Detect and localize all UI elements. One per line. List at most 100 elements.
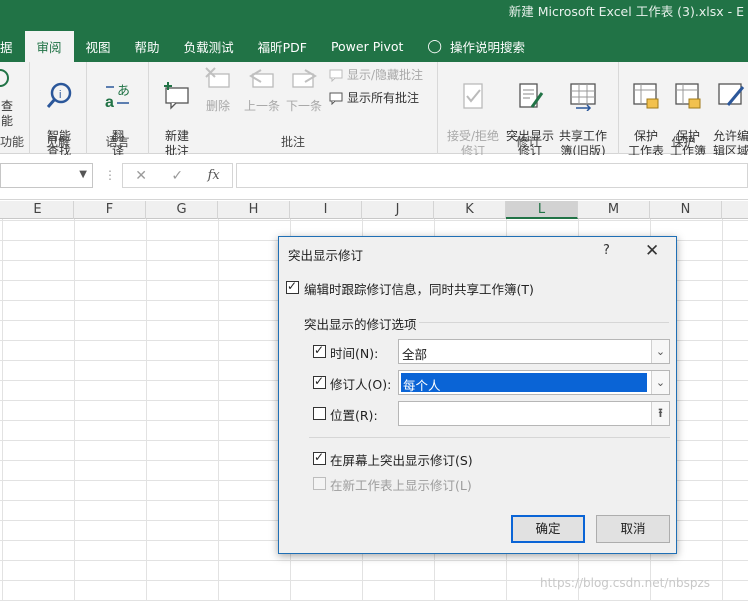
ribbon-tabs: 据 审阅 视图 帮助 负载测试 福昕PDF Power Pivot ◯ 操作说明… xyxy=(0,31,537,62)
who-select[interactable]: 每个人 ⌄ xyxy=(398,370,670,395)
list-on-new-sheet-label: 在新工作表上显示修订(L) xyxy=(330,478,472,493)
delete-comment-icon xyxy=(205,67,230,88)
column-header-i[interactable]: I xyxy=(290,201,362,219)
cancel-button[interactable]: 取消 xyxy=(596,515,670,543)
previous-comment-button[interactable]: 上一条 xyxy=(241,66,283,114)
group-protect: 保护 工作表 保护 工作簿 允许编 辑区域 保护 xyxy=(619,62,748,158)
show-all-comments-icon xyxy=(329,92,343,105)
group-insights: i 智能 查找 见解 xyxy=(30,62,87,158)
cancel-entry-button[interactable]: ✕ xyxy=(135,168,147,184)
group-language: a あ 翻 译 语言 xyxy=(87,62,149,158)
previous-comment-label: 上一条 xyxy=(243,99,280,113)
confirm-entry-button[interactable]: ✓ xyxy=(171,168,183,184)
formula-bar-grip: ⋮ xyxy=(104,168,116,182)
chevron-down-icon[interactable]: ⌄ xyxy=(651,340,669,363)
show-all-comments-button[interactable]: 显示所有批注 xyxy=(329,89,419,106)
insert-function-button[interactable]: fx xyxy=(208,168,220,183)
ribbon: 查 能 功能 i 智能 查找 见解 a あ 翻 译 语言 新建 批注 删除 上一… xyxy=(0,62,748,158)
track-changes-label: 编辑时跟踪修订信息，同时共享工作簿(T) xyxy=(304,282,534,297)
tab-load-test[interactable]: 负载测试 xyxy=(172,31,246,62)
translate-icon: a あ xyxy=(105,84,130,111)
accept-reject-icon xyxy=(463,83,483,109)
allow-edit-ranges-icon xyxy=(718,83,745,106)
highlight-on-screen-checkbox[interactable] xyxy=(313,450,326,465)
group-label-protect: 保护 xyxy=(671,135,696,149)
formula-input[interactable] xyxy=(236,163,748,188)
lightbulb-icon: ◯ xyxy=(427,39,442,54)
column-header-f[interactable]: F xyxy=(74,201,146,219)
who-checkbox[interactable] xyxy=(313,374,326,389)
group-label-accessibility: 功能 xyxy=(0,135,25,149)
group-changes: 接受/拒绝 修订 突出显示 修订 共享工作 簿(旧版) 修订 xyxy=(438,62,619,158)
highlight-changes-dialog: 突出显示修订 ? ✕ 编辑时跟踪修订信息，同时共享工作簿(T) 突出显示的修订选… xyxy=(278,236,677,554)
collapse-range-icon[interactable]: ⭱ xyxy=(651,402,669,425)
highlight-on-screen-label: 在屏幕上突出显示修订(S) xyxy=(330,453,473,468)
dialog-title: 突出显示修订 xyxy=(288,248,364,263)
when-checkbox[interactable] xyxy=(313,343,326,358)
column-header-e[interactable]: E xyxy=(2,201,74,219)
tab-view[interactable]: 视图 xyxy=(74,31,123,62)
next-comment-button[interactable]: 下一条 xyxy=(283,66,325,114)
watermark: https://blog.csdn.net/nbspzs xyxy=(540,576,711,590)
group-accessibility: 查 能 功能 xyxy=(0,62,30,154)
when-value: 全部 xyxy=(402,347,428,362)
show-all-comments-label: 显示所有批注 xyxy=(347,91,420,105)
track-changes-checkbox[interactable] xyxy=(286,279,299,294)
close-button[interactable]: ✕ xyxy=(645,241,659,261)
chevron-down-icon[interactable]: ⌄ xyxy=(651,371,669,394)
protect-workbook-icon xyxy=(675,83,701,109)
where-input[interactable]: ⭱ xyxy=(398,401,670,426)
formula-bar: ▼ ⋮ ✕ ✓ fx xyxy=(0,155,748,200)
protect-sheet-icon xyxy=(633,83,659,109)
when-select[interactable]: 全部 ⌄ xyxy=(398,339,670,364)
group-label-insights: 见解 xyxy=(45,135,70,149)
column-headers: E F G H I J K L M N xyxy=(0,201,748,219)
help-button[interactable]: ? xyxy=(603,243,610,258)
accessibility-button[interactable]: 查 能 xyxy=(0,66,22,129)
options-divider xyxy=(309,437,670,438)
accessibility-icon xyxy=(0,69,9,87)
tab-help[interactable]: 帮助 xyxy=(123,31,172,62)
list-on-new-sheet-checkbox[interactable] xyxy=(313,477,326,490)
show-hide-comment-button[interactable]: 显示/隐藏批注 xyxy=(329,66,423,83)
column-header-k[interactable]: K xyxy=(434,201,506,219)
window-title: 新建 Microsoft Excel 工作表 (3).xlsx - E xyxy=(508,4,744,19)
accessibility-line2: 能 xyxy=(0,114,13,128)
delete-comment-button[interactable]: 删除 xyxy=(201,66,235,114)
column-header-l[interactable]: L xyxy=(506,201,578,219)
highlight-changes-icon xyxy=(519,83,544,108)
tell-me-label: 操作说明搜索 xyxy=(449,40,525,55)
name-box[interactable]: ▼ xyxy=(0,163,93,188)
tab-foxit-pdf[interactable]: 福昕PDF xyxy=(246,31,319,62)
column-header-h[interactable]: H xyxy=(218,201,290,219)
where-checkbox[interactable] xyxy=(313,407,326,420)
svg-text:a: a xyxy=(105,94,114,111)
column-header-m[interactable]: M xyxy=(578,201,650,219)
new-comment-icon xyxy=(164,82,189,110)
svg-text:あ: あ xyxy=(117,84,130,99)
tab-review[interactable]: 审阅 xyxy=(24,31,74,62)
column-header-n[interactable]: N xyxy=(650,201,722,219)
ok-button[interactable]: 确定 xyxy=(511,515,585,543)
previous-comment-icon xyxy=(249,69,274,88)
svg-text:i: i xyxy=(59,89,61,101)
group-label-language: 语言 xyxy=(105,135,130,149)
section-divider xyxy=(419,322,669,323)
tell-me-search[interactable]: ◯ 操作说明搜索 xyxy=(415,31,537,62)
section-title: 突出显示的修订选项 xyxy=(304,317,417,332)
next-comment-icon xyxy=(292,69,317,88)
chevron-down-icon: ▼ xyxy=(79,169,87,180)
next-comment-label: 下一条 xyxy=(285,99,322,113)
tab-power-pivot[interactable]: Power Pivot xyxy=(319,31,415,62)
group-label-changes: 修订 xyxy=(515,135,540,149)
column-header-g[interactable]: G xyxy=(146,201,218,219)
where-label: 位置(R): xyxy=(330,408,378,423)
formula-buttons: ✕ ✓ fx xyxy=(122,163,233,188)
column-header-j[interactable]: J xyxy=(362,201,434,219)
tab-data[interactable]: 据 xyxy=(0,31,25,62)
who-label: 修订人(O): xyxy=(330,377,392,392)
show-hide-comment-icon xyxy=(329,69,343,82)
title-bar: 新建 Microsoft Excel 工作表 (3).xlsx - E 据 审阅… xyxy=(0,0,748,62)
group-label-comments: 批注 xyxy=(280,135,305,149)
delete-comment-label: 删除 xyxy=(205,99,230,113)
